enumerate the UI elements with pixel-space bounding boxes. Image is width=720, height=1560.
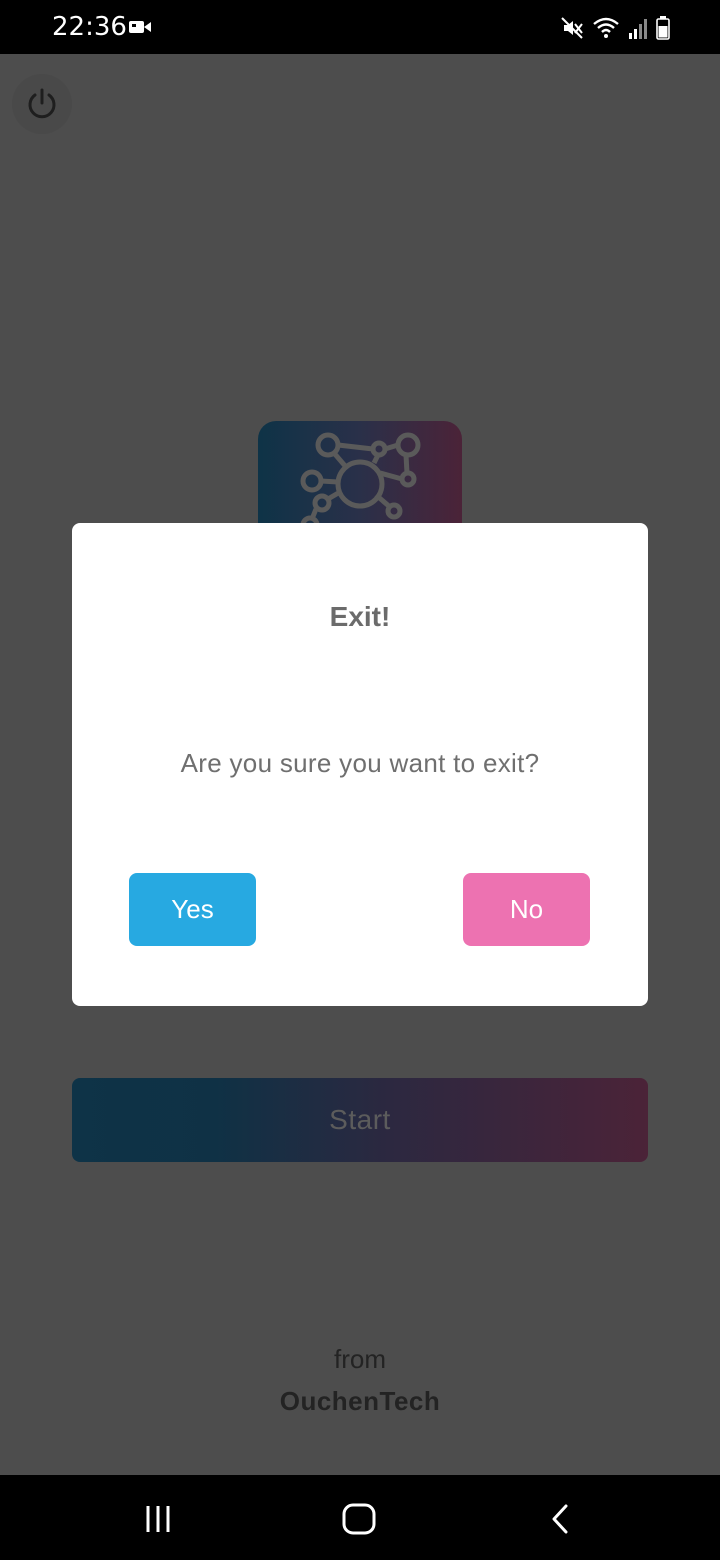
home-icon <box>342 1503 376 1535</box>
power-icon <box>28 88 56 119</box>
footer-from-label: from <box>334 1344 386 1374</box>
footer-company-name: OuchenTech <box>279 1386 441 1416</box>
signal-icon <box>629 19 647 39</box>
start-button[interactable]: Start <box>72 1078 648 1162</box>
battery-icon <box>656 16 670 40</box>
start-button-label: Start <box>329 1104 391 1135</box>
recent-apps-button[interactable] <box>136 1497 180 1541</box>
dialog-title: Exit! <box>329 601 391 632</box>
recent-apps-icon <box>146 1506 170 1532</box>
wifi-icon <box>593 17 619 38</box>
home-button[interactable] <box>337 1497 381 1541</box>
exit-dialog: Exit! Are you sure you want to exit? Yes… <box>72 523 648 1006</box>
status-bar: 22:36 <box>0 0 720 54</box>
back-button[interactable] <box>538 1497 582 1541</box>
video-icon <box>129 21 151 33</box>
status-icons <box>560 14 670 42</box>
yes-button[interactable]: Yes <box>129 873 256 946</box>
network-hub-icon <box>300 432 421 535</box>
back-icon <box>552 1504 568 1534</box>
mute-icon <box>561 17 583 39</box>
no-button[interactable]: No <box>463 873 590 946</box>
dialog-message: Are you sure you want to exit? <box>180 748 540 778</box>
power-button[interactable] <box>12 74 72 134</box>
status-time: 22:36 <box>52 12 127 42</box>
navigation-bar <box>0 1475 720 1560</box>
